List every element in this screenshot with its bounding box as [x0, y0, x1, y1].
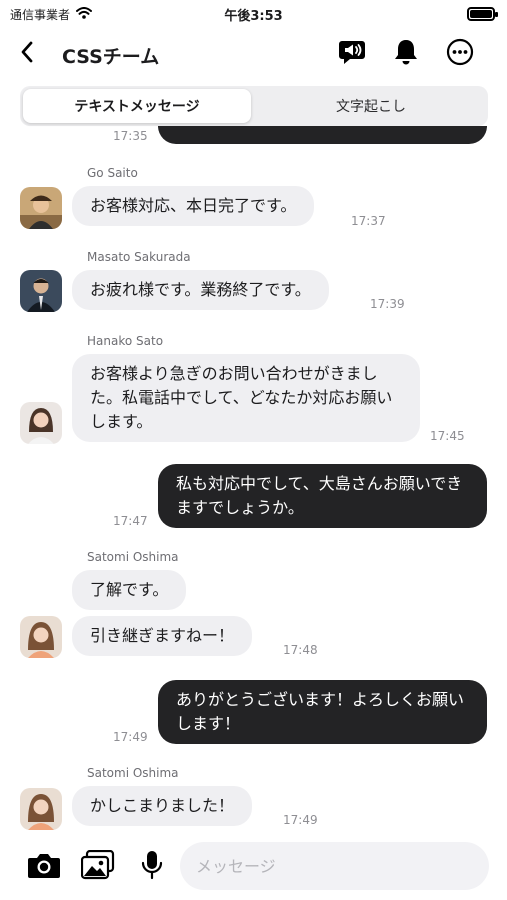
message-input-bar: [0, 836, 507, 900]
announcement-button[interactable]: [336, 38, 368, 70]
status-bar: 通信事業者 午後3:53: [0, 0, 507, 30]
sender-name: Go Saito: [87, 166, 138, 180]
page-title: CSSチーム: [62, 46, 160, 68]
sender-name: Hanako Sato: [87, 334, 164, 348]
sender-name: Satomi Oshima: [87, 766, 179, 780]
status-time: 午後3:53: [224, 9, 283, 24]
message-time: 17:37: [351, 214, 386, 228]
more-button[interactable]: [444, 38, 476, 70]
photo-library-button[interactable]: [80, 849, 116, 884]
camera-button[interactable]: [26, 850, 62, 884]
message-input[interactable]: [180, 842, 489, 890]
avatar[interactable]: [20, 788, 62, 830]
incoming-message-bubble: お客様より急ぎのお問い合わせがきました。私電話中でして、どなたか対応お願いします…: [72, 354, 420, 442]
message-list[interactable]: 17:35 Go Saito お客様対応、本日完了です。 17:37 Masat…: [0, 126, 507, 836]
tab-transcription[interactable]: 文字起こし: [257, 89, 485, 123]
avatar[interactable]: [20, 187, 62, 229]
view-tabs: テキストメッセージ 文字起こし: [20, 86, 488, 126]
message-time: 17:35: [113, 129, 148, 143]
chat-header: CSSチーム: [0, 30, 507, 78]
incoming-message-bubble: かしこまりました！: [72, 786, 253, 826]
camera-icon: [27, 851, 61, 883]
incoming-message-bubble: 了解です。: [72, 570, 187, 610]
notification-button[interactable]: [390, 38, 422, 70]
more-icon: [446, 38, 474, 70]
message-time: 17:45: [430, 429, 465, 443]
sender-name: Satomi Oshima: [87, 550, 179, 564]
sender-name: Masato Sakurada: [87, 250, 191, 264]
outgoing-message-bubble: [158, 126, 487, 144]
message-time: 17:47: [113, 514, 148, 528]
tab-text-messages[interactable]: テキストメッセージ: [23, 89, 251, 123]
message-time: 17:49: [113, 730, 148, 744]
avatar[interactable]: [20, 270, 62, 312]
bell-icon: [393, 38, 419, 70]
message-time: 17:48: [283, 643, 318, 657]
outgoing-message-bubble: 私も対応中でして、大島さんお願いできますでしょうか。: [158, 464, 487, 528]
megaphone-icon: [338, 38, 366, 70]
microphone-button[interactable]: [134, 850, 170, 884]
back-chevron-icon: [20, 41, 34, 67]
back-button[interactable]: [12, 39, 42, 69]
battery-level: [470, 10, 492, 18]
microphone-icon: [141, 850, 163, 884]
message-time: 17:49: [283, 813, 318, 827]
outgoing-message-bubble: ありがとうございます！よろしくお願いします！: [158, 680, 487, 744]
battery-icon: [467, 7, 498, 21]
message-time: 17:39: [370, 297, 405, 311]
incoming-message-bubble: 引き継ぎますねー！: [72, 616, 253, 656]
incoming-message-bubble: お客様対応、本日完了です。: [72, 186, 315, 226]
avatar[interactable]: [20, 402, 62, 444]
photo-library-icon: [80, 849, 115, 884]
incoming-message-bubble: お疲れ様です。業務終了です。: [72, 270, 329, 310]
avatar[interactable]: [20, 616, 62, 658]
